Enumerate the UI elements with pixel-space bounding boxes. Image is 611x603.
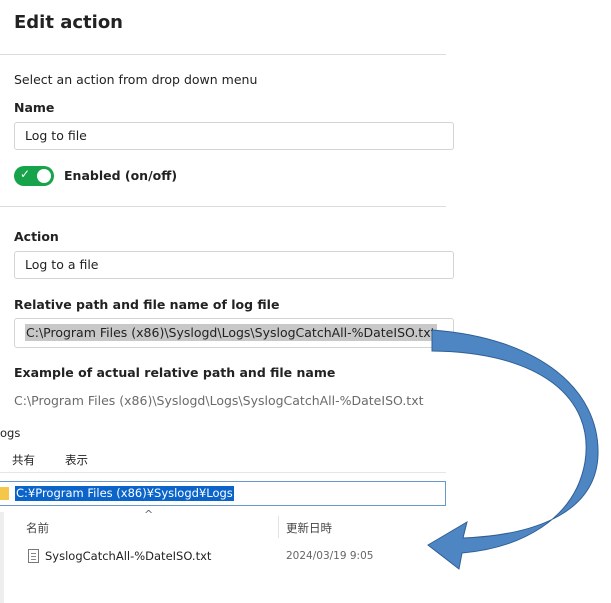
curved-arrow-shape	[427, 329, 599, 570]
curved-arrow	[427, 329, 599, 570]
